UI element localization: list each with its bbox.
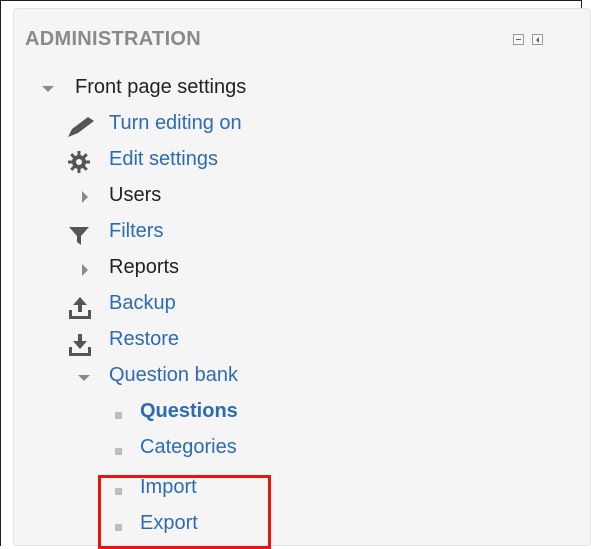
nav-edit-settings-label: Edit settings [109, 148, 218, 170]
nav-question-bank-label: Question bank [109, 364, 238, 386]
filter-icon [69, 227, 89, 245]
nav-backup-label: Backup [109, 292, 176, 314]
nav-categories-label: Categories [140, 436, 237, 458]
nav-questions-label: Questions [140, 400, 238, 422]
nav-reports-label: Reports [109, 256, 180, 278]
nav-turn-editing-on-label: Turn editing on [109, 112, 242, 134]
caret-right-icon [82, 191, 88, 203]
dock-icon[interactable] [532, 34, 543, 45]
block-title: ADMINISTRATION [25, 28, 202, 50]
highlight-box [98, 475, 271, 549]
download-icon [69, 334, 91, 356]
bullet-icon [115, 448, 122, 455]
nav-restore-label: Restore [109, 328, 180, 350]
bullet-icon [115, 412, 122, 419]
caret-down-icon [42, 86, 54, 92]
pencil-icon [68, 117, 94, 137]
minimize-icon[interactable] [513, 34, 524, 45]
nav-filters-label: Filters [109, 220, 164, 242]
nav-front-page-settings-label: Front page settings [75, 76, 247, 98]
gear-icon [68, 151, 90, 173]
upload-icon [69, 297, 91, 319]
nav-users-label: Users [109, 184, 162, 206]
caret-down-icon [78, 375, 90, 381]
caret-right-icon [82, 264, 88, 276]
